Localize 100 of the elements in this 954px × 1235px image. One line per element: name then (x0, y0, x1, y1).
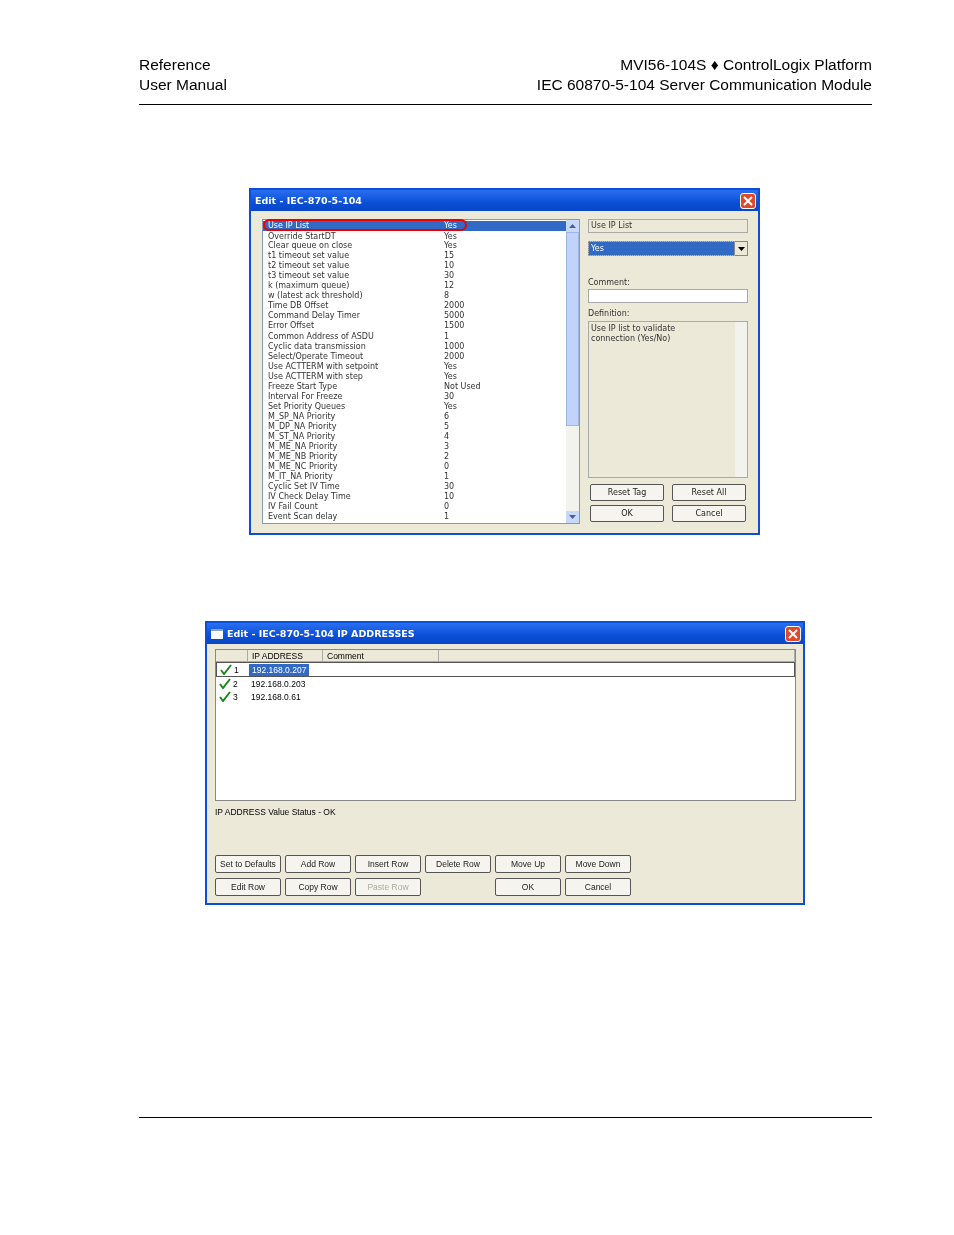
parameter-name: t2 timeout set value (267, 261, 351, 271)
dialog-button[interactable]: Delete Row (425, 855, 491, 873)
parameter-value: Yes (444, 241, 457, 251)
parameter-row[interactable]: M_ST_NA Priority 4 (263, 432, 566, 443)
definition-label: Definition: (588, 309, 631, 319)
scroll-down-icon (569, 515, 576, 519)
table-cell[interactable]: 192.168.0.61 (248, 690, 304, 703)
parameter-row[interactable]: Common Address of ASDU 1 (263, 331, 566, 342)
parameter-value: 1000 (444, 341, 465, 352)
parameter-row[interactable]: M_IT_NA Priority 1 (263, 472, 566, 483)
dialog-button[interactable]: Reset All (672, 484, 746, 501)
column-header[interactable]: Comment (323, 650, 439, 662)
parameter-name: Select/Operate Timeout (267, 351, 365, 362)
parameter-row[interactable]: M_ME_NC Priority 0 (263, 462, 566, 473)
column-header[interactable]: IP ADDRESS (248, 650, 323, 662)
parameter-value: 4 (444, 432, 450, 442)
table-cell[interactable]: 192.168.0.207 (249, 663, 310, 676)
parameter-value: 5000 (444, 311, 465, 321)
parameter-name: w (latest ack threshold) (267, 291, 364, 301)
parameter-name: M_ST_NA Priority (267, 432, 337, 442)
parameter-row[interactable]: Cyclic data transmission 1000 (263, 341, 566, 352)
parameter-row[interactable]: t3 timeout set value 30 (263, 271, 566, 282)
dialog-button[interactable]: Cancel (672, 505, 746, 522)
value-dropdown[interactable]: Yes (588, 241, 748, 256)
comment-label: Comment: (588, 278, 631, 288)
caret-icon (737, 246, 745, 251)
close-button[interactable] (785, 625, 801, 642)
parameter-row[interactable]: Override StartDT Yes (263, 231, 566, 242)
parameter-row[interactable]: M_SP_NA Priority 6 (263, 411, 566, 422)
parameter-name: Event Scan delay (267, 512, 339, 523)
parameter-value: 1 (444, 472, 450, 482)
parameter-row[interactable]: k (maximum queue) 12 (263, 281, 566, 292)
parameter-row[interactable]: t1 timeout set value 15 (263, 251, 566, 262)
scrollbar[interactable] (566, 220, 579, 523)
tag-name-field: Use IP List (588, 219, 748, 233)
parameter-value: 3 (444, 442, 450, 452)
parameter-value: 15 (444, 251, 455, 261)
status-text: IP ADDRESS Value Status - OK (215, 807, 337, 817)
parameter-value: 6 (444, 411, 450, 422)
parameter-name: Use IP List (267, 221, 311, 232)
parameter-name: M_SP_NA Priority (267, 411, 337, 422)
dialog-button[interactable]: Move Up (495, 855, 561, 873)
dialog-button[interactable]: Add Row (285, 855, 351, 873)
dialog-button[interactable]: Set to Defaults (215, 855, 281, 873)
parameter-name: M_ME_NB Priority (267, 452, 339, 462)
dialog-button[interactable]: Reset Tag (590, 484, 664, 501)
parameter-name: Set Priority Queues (267, 401, 347, 412)
parameter-row[interactable]: Clear queue on close Yes (263, 241, 566, 252)
parameter-row[interactable]: IV Check Delay Time 10 (263, 492, 566, 503)
close-button[interactable] (740, 192, 756, 209)
parameter-value: Yes (444, 371, 457, 382)
dialog-button[interactable]: Insert Row (355, 855, 421, 873)
parameter-value: 30 (444, 482, 455, 492)
row-number: 2 (233, 678, 238, 689)
parameter-row[interactable]: Set Priority Queues Yes (263, 401, 566, 412)
parameter-row[interactable]: IV Fail Count 0 (263, 502, 566, 513)
parameter-row[interactable]: Select/Operate Timeout 2000 (263, 351, 566, 362)
parameter-value: Yes (444, 401, 457, 412)
parameter-row[interactable]: Interval For Freeze 30 (263, 391, 566, 402)
parameter-row[interactable]: M_DP_NA Priority 5 (263, 421, 566, 432)
parameter-value: 2000 (444, 301, 465, 311)
parameter-name: Cyclic data transmission (267, 341, 367, 352)
row-number: 3 (233, 691, 238, 702)
parameter-name: Clear queue on close (267, 241, 354, 251)
parameter-name: Error Offset (267, 321, 315, 332)
dialog-button[interactable]: Move Down (565, 855, 631, 873)
parameter-row[interactable]: t2 timeout set value 10 (263, 261, 566, 272)
parameter-row[interactable]: Use IP List Yes (263, 221, 566, 232)
parameter-name: Common Address of ASDU (267, 331, 375, 342)
parameter-value: 1 (444, 331, 450, 342)
parameter-name: Time DB Offset (267, 301, 330, 311)
parameter-row[interactable]: w (latest ack threshold) 8 (263, 291, 566, 302)
comment-field[interactable] (588, 289, 748, 303)
parameter-name: Use ACTTERM with step (267, 371, 364, 382)
parameter-row[interactable]: Use ACTTERM with step Yes (263, 371, 566, 382)
parameter-row[interactable]: M_ME_NB Priority 2 (263, 452, 566, 463)
parameter-row[interactable]: Use ACTTERM with setpoint Yes (263, 361, 566, 372)
parameter-name: M_ME_NA Priority (267, 442, 339, 452)
parameter-name: Freeze Start Type (267, 381, 339, 392)
dialog-button[interactable]: Copy Row (285, 878, 351, 896)
parameter-row[interactable]: Command Delay Timer 5000 (263, 311, 566, 322)
parameter-value: 30 (444, 391, 455, 402)
parameter-name: Command Delay Timer (267, 311, 361, 322)
parameter-row[interactable]: Cyclic Set IV Time 30 (263, 482, 566, 493)
parameter-value: 5 (444, 421, 450, 432)
parameter-name: IV Fail Count (267, 502, 319, 512)
parameter-row[interactable]: Error Offset 1500 (263, 321, 566, 332)
dialog-button[interactable]: Edit Row (215, 878, 281, 896)
parameter-value: 12 (444, 281, 455, 291)
dialog-button[interactable]: OK (495, 878, 561, 896)
parameter-row[interactable]: Freeze Start Type Not Used (263, 381, 566, 392)
parameter-row[interactable]: Time DB Offset 2000 (263, 301, 566, 312)
dialog-button[interactable]: Cancel (565, 878, 631, 896)
parameter-row[interactable]: Event Scan delay 1 (263, 512, 566, 523)
parameter-value: 1500 (444, 321, 465, 332)
parameter-row[interactable]: M_ME_NA Priority 3 (263, 442, 566, 453)
table-cell[interactable]: 192.168.0.203 (248, 677, 309, 690)
dialog-button[interactable]: OK (590, 505, 664, 522)
parameter-name: k (maximum queue) (267, 281, 351, 291)
parameter-value: 30 (444, 271, 455, 281)
